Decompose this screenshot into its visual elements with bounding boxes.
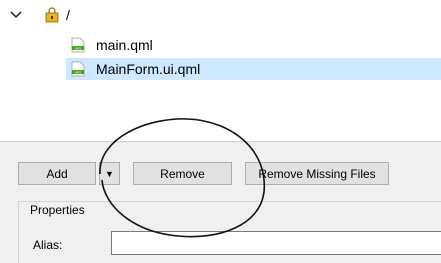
add-button-label: Add — [46, 166, 68, 181]
svg-text:qml: qml — [75, 70, 82, 74]
file-label: MainForm.ui.qml — [96, 61, 201, 77]
tree-item-mainform-ui-qml[interactable]: qml MainForm.ui.qml — [66, 58, 441, 80]
qml-file-icon: qml — [71, 61, 85, 77]
chevron-down-icon[interactable] — [8, 7, 24, 23]
tree-item-main-qml[interactable]: qml main.qml — [66, 34, 161, 56]
svg-text:qml: qml — [75, 46, 82, 50]
file-label: main.qml — [96, 37, 153, 53]
file-tree: / qml main.qml qml MainForm.ui.qml — [0, 0, 441, 142]
tree-root-row[interactable]: / — [8, 4, 70, 26]
triangle-down-icon: ▼ — [105, 168, 114, 179]
qml-file-icon: qml — [71, 37, 85, 53]
resource-folder-icon — [45, 7, 59, 23]
alias-label: Alias: — [33, 238, 63, 252]
properties-title: Properties — [28, 203, 87, 217]
alias-input[interactable] — [111, 231, 441, 255]
remove-missing-files-button[interactable]: Remove Missing Files — [245, 162, 389, 185]
tree-root-label: / — [66, 7, 70, 23]
remove-missing-files-label: Remove Missing Files — [258, 166, 376, 181]
add-dropdown-button[interactable]: ▼ — [99, 162, 120, 185]
add-button[interactable]: Add — [18, 162, 96, 185]
remove-button-label: Remove — [160, 166, 205, 181]
remove-button[interactable]: Remove — [133, 162, 232, 185]
